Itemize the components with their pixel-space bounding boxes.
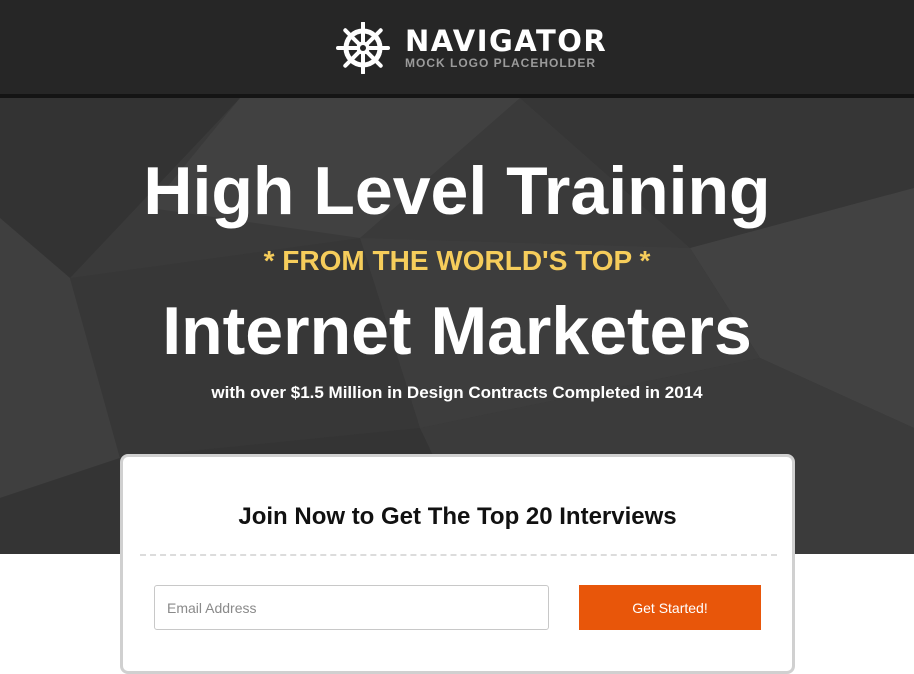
hero-subheadline: with over $1.5 Million in Design Contrac… [211,383,703,402]
logo-subtitle: MOCK LOGO PLACEHOLDER [405,56,596,70]
divider [140,554,777,556]
logo-title: NAVIGATOR [405,24,608,58]
hero-headline-2: Internet Marketers [162,293,752,369]
get-started-button[interactable]: Get Started! [579,585,761,630]
ship-wheel-icon [333,22,393,74]
site-header: NAVIGATOR MOCK LOGO PLACEHOLDER [0,0,914,98]
logo[interactable]: NAVIGATOR MOCK LOGO PLACEHOLDER [333,22,607,74]
email-field[interactable] [154,585,549,630]
hero-tagline: * FROM THE WORLD'S TOP * [263,245,651,276]
signup-title: Join Now to Get The Top 20 Interviews [238,503,677,530]
hero-headline: High Level Training [143,153,771,229]
signup-card: Join Now to Get The Top 20 Interviews Ge… [120,454,795,674]
